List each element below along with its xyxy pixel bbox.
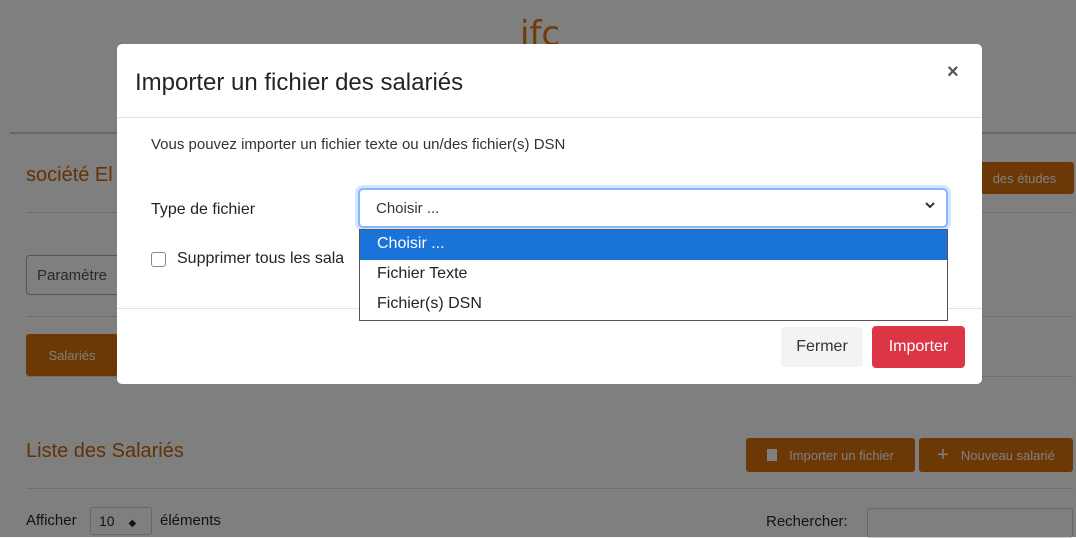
file-type-dropdown: Choisir ... Fichier Texte Fichier(s) DSN: [359, 229, 948, 321]
option-fichier-dsn[interactable]: Fichier(s) DSN: [360, 290, 947, 320]
import-button-label: Importer: [888, 338, 949, 355]
modal-title: Importer un fichier des salariés: [135, 69, 464, 96]
import-modal: Importer un fichier des salariés × Vous …: [117, 44, 982, 384]
file-type-label: Type de fichier: [151, 201, 256, 218]
file-type-value: Choisir ...: [376, 200, 440, 217]
close-button[interactable]: Fermer: [781, 327, 863, 367]
file-type-select[interactable]: Choisir ...: [358, 188, 948, 228]
modal-header-divider: [117, 117, 982, 118]
import-button[interactable]: Importer: [872, 326, 965, 368]
modal-intro: Vous pouvez importer un fichier texte ou…: [151, 136, 566, 153]
option-choisir[interactable]: Choisir ...: [360, 230, 947, 260]
delete-all-label: Supprimer tous les sala: [177, 250, 345, 267]
option-fichier-texte[interactable]: Fichier Texte: [360, 260, 947, 290]
delete-all-checkbox[interactable]: [151, 252, 166, 267]
chevron-down-icon: [924, 199, 936, 214]
close-icon[interactable]: ×: [947, 61, 959, 84]
close-button-label: Fermer: [796, 338, 848, 355]
